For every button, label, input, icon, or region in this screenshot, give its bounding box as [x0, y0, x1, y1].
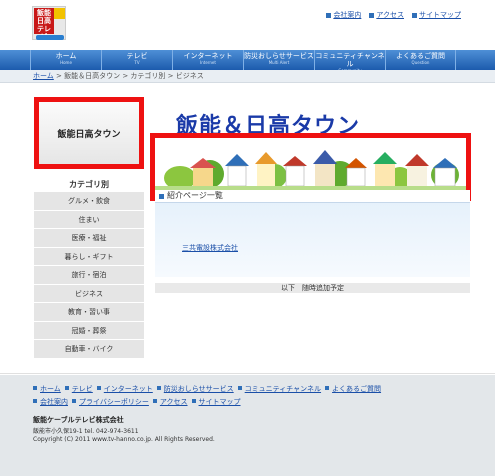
footer-link-privacy[interactable]: プライバシーポリシー [79, 397, 149, 407]
category-medical[interactable]: 医療・福祉 [34, 229, 144, 248]
footer-link-company[interactable]: 会社案内 [40, 397, 68, 407]
category-travel[interactable]: 旅行・宿泊 [34, 266, 144, 285]
footer-link-access[interactable]: アクセス [160, 397, 188, 407]
footer-link-sitemap[interactable]: サイトマップ [199, 397, 241, 407]
access-link[interactable]: アクセス [376, 10, 404, 20]
nav-internet[interactable]: インターネット Internet [172, 50, 243, 70]
logo-text: 飯能日高テレビ [34, 8, 54, 41]
category-housing[interactable]: 住まい [34, 210, 144, 229]
footer-link-tv[interactable]: テレビ [72, 384, 93, 394]
category-heading: カテゴリ別 [69, 180, 109, 189]
intro-heading: 紹介ページ一覧 [155, 190, 470, 202]
global-nav: ホーム Home テレビ TV インターネット Internet 防災おしらせサービス… [0, 50, 495, 73]
breadcrumb-trail: > 飯能＆日高タウン > カテゴリ別 > ビジネス [53, 72, 204, 80]
intro-note: 以下 随時追加予定 [155, 283, 470, 293]
bullet-icon [326, 12, 332, 18]
copyright: Copyright (C) 2011 www.tv-hanno.co.jp. A… [33, 436, 215, 443]
logo[interactable]: 飯能日高テレビ [32, 6, 66, 41]
sitemap-link[interactable]: サイトマップ [419, 10, 461, 20]
footer-nav-row-2: 会社案内 プライバシーポリシー アクセス サイトマップ [33, 397, 495, 407]
company-link[interactable]: 三共電設株式会社 [182, 244, 238, 252]
footer-link-alert[interactable]: 防災おしらせサービス [164, 384, 234, 394]
top-links: 会社案内 アクセス サイトマップ [326, 10, 461, 20]
bullet-icon [412, 12, 417, 18]
category-business[interactable]: ビジネス [34, 284, 144, 303]
breadcrumb: ホーム > 飯能＆日高タウン > カテゴリ別 > ビジネス [0, 70, 495, 83]
header: 飯能日高テレビ 会社案内 アクセス サイトマップ [0, 0, 495, 50]
category-education[interactable]: 教育・習い事 [34, 303, 144, 322]
nav-home[interactable]: ホーム Home [30, 50, 101, 70]
nav-community[interactable]: コミュニティチャンネルCommunity [314, 50, 385, 73]
sidebar: 飯能日高タウン カテゴリ別 グルメ・飲食 住まい 医療・福祉 暮らし・ギフト 旅… [34, 97, 144, 359]
company-name: 飯能ケーブルテレビ株式会社 [33, 416, 124, 424]
nav-tv[interactable]: テレビ TV [101, 50, 172, 70]
bullet-icon [159, 193, 164, 199]
footer-link-home[interactable]: ホーム [40, 384, 61, 394]
category-gourmet[interactable]: グルメ・飲食 [34, 192, 144, 211]
nav-alert[interactable]: 防災おしらせサービス Multi Alert [243, 50, 314, 70]
town-houses-icon [155, 138, 466, 196]
company-address: 飯能市小久保19-1 tel. 042-974-3611 [33, 428, 139, 435]
breadcrumb-home-link[interactable]: ホーム [33, 72, 54, 80]
category-living[interactable]: 暮らし・ギフト [34, 247, 144, 266]
footer: ホーム テレビ インターネット 防災おしらせサービス コミュニティチャンネル よ… [0, 375, 495, 476]
intro-list: 三共電設株式会社 [155, 202, 470, 277]
category-car[interactable]: 自動車・バイク [34, 340, 144, 359]
company-info-link[interactable]: 会社案内 [333, 10, 361, 20]
footer-link-faq[interactable]: よくあるご質問 [332, 384, 381, 394]
footer-link-internet[interactable]: インターネット [104, 384, 153, 394]
town-banner[interactable]: 飯能日高タウン [34, 97, 144, 169]
category-ceremony[interactable]: 冠婚・葬祭 [34, 321, 144, 340]
footer-nav-row-1: ホーム テレビ インターネット 防災おしらせサービス コミュニティチャンネル よ… [33, 384, 495, 394]
bullet-icon [369, 12, 375, 18]
intro-section: 紹介ページ一覧 三共電設株式会社 以下 随時追加予定 [155, 190, 470, 295]
footer-link-community[interactable]: コミュニティチャンネル [245, 384, 321, 394]
nav-faq[interactable]: よくあるご質問 Question [385, 50, 456, 70]
